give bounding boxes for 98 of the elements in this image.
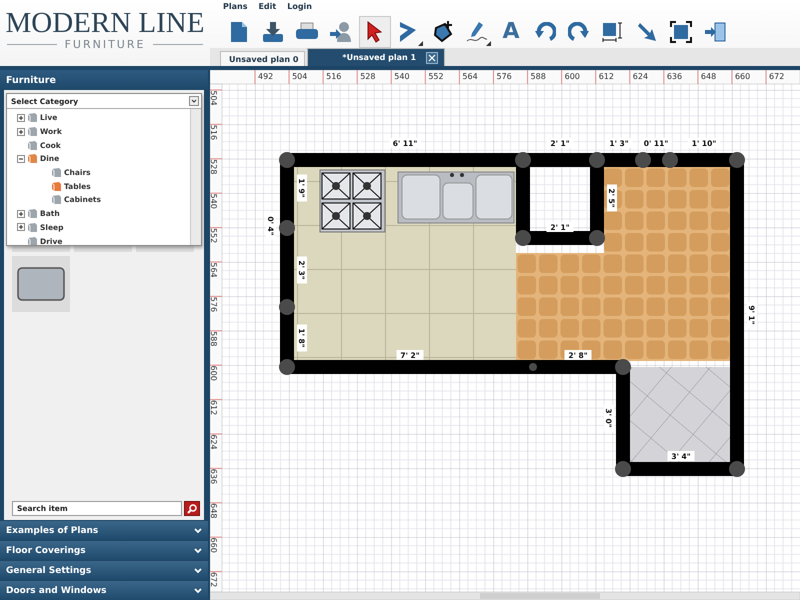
wall-node[interactable] <box>279 220 295 236</box>
toolbar-button[interactable] <box>359 16 391 48</box>
accordion-header[interactable]: General Settings <box>0 561 208 580</box>
ruler-label: 576 <box>210 296 218 312</box>
expand-icon[interactable] <box>17 210 25 218</box>
download-icon <box>261 20 285 43</box>
vertical-scrollbar[interactable] <box>190 109 201 245</box>
ruler-label: 588 <box>210 331 218 346</box>
ruler-label: 504 <box>292 72 308 81</box>
menu-item[interactable]: Plans <box>223 2 248 16</box>
ruler-label: 504 <box>210 90 218 106</box>
collapse-icon[interactable] <box>17 154 25 163</box>
expand-icon[interactable] <box>17 114 25 122</box>
wall-node[interactable] <box>615 461 631 477</box>
logo-subtitle: FURNITURE <box>64 38 146 51</box>
ruler-label: 660 <box>734 72 750 81</box>
expand-icon[interactable] <box>17 128 25 136</box>
undo-icon <box>534 22 556 42</box>
ruler-label: 552 <box>428 72 444 81</box>
printer-icon <box>295 22 319 42</box>
ruler-label: 660 <box>210 538 218 553</box>
ruler-label: 612 <box>210 400 218 416</box>
accordion-header[interactable]: Examples of Plans <box>0 521 208 540</box>
ruler-label: 624 <box>632 72 648 81</box>
ruler-label: 540 <box>394 72 410 81</box>
user-arrow-icon <box>329 20 353 43</box>
wall-node[interactable] <box>279 299 295 315</box>
search-icon <box>187 504 197 514</box>
ruler-label: 624 <box>210 434 218 450</box>
ruler-label: 576 <box>496 72 512 81</box>
ruler-label: 636 <box>666 72 682 81</box>
ruler-label: 612 <box>598 72 614 81</box>
dropdown-caret-icon <box>418 40 423 46</box>
accordion-header[interactable]: Floor Coverings <box>0 541 208 560</box>
text-tool-glyph: A <box>502 19 520 44</box>
close-icon[interactable] <box>426 52 438 64</box>
rectangular-table-icon <box>17 267 65 301</box>
chevron-down-icon <box>194 548 202 554</box>
ruler-label: 516 <box>326 72 342 81</box>
chevron-down-icon <box>194 528 202 534</box>
section-title: General Settings <box>6 566 92 576</box>
polygon-plus-icon <box>431 20 455 44</box>
wall-node[interactable] <box>515 230 531 246</box>
pointer-icon <box>366 20 384 43</box>
ruler-label: 672 <box>769 72 784 81</box>
toolbar-button[interactable]: A <box>495 16 527 48</box>
section-title: Floor Coverings <box>6 546 86 556</box>
ruler-label: 528 <box>360 72 376 81</box>
wall-node[interactable] <box>279 359 295 375</box>
dimension-box-icon <box>602 20 624 43</box>
ruler-label: 540 <box>210 194 218 209</box>
ruler-label: 492 <box>258 72 274 81</box>
plan-tab[interactable]: *Unsaved plan 1 <box>307 48 446 66</box>
section-title: Examples of Plans <box>6 526 98 536</box>
fit-frame-icon <box>670 20 692 43</box>
wall-node[interactable] <box>729 152 745 168</box>
wall-node[interactable] <box>529 363 537 371</box>
chevron-down-icon <box>189 96 199 106</box>
ruler-label: 564 <box>210 262 218 278</box>
stove-drawing <box>320 170 386 232</box>
logo-title: MODERN LINE <box>6 8 204 38</box>
section-title: Doors and Windows <box>6 586 107 596</box>
panel-header: Furniture <box>0 70 208 90</box>
exit-door-icon <box>704 22 726 42</box>
wall-node[interactable] <box>615 359 631 375</box>
down-right-arrow-icon <box>637 22 657 42</box>
ruler-label: 588 <box>530 72 546 81</box>
ruler-label: 648 <box>210 503 218 518</box>
redo-icon <box>568 22 590 42</box>
wall-node[interactable] <box>729 461 745 477</box>
furniture-thumbnail[interactable] <box>12 256 70 312</box>
accordion-header[interactable]: Doors and Windows <box>0 581 208 600</box>
ruler-label: 600 <box>210 366 218 381</box>
search-button[interactable] <box>184 501 200 516</box>
ruler-label: 648 <box>700 72 716 81</box>
ruler-label: 564 <box>462 72 478 81</box>
chevron-down-icon <box>194 568 202 574</box>
wall-node[interactable] <box>515 152 531 168</box>
menu-item[interactable]: Login <box>287 2 312 16</box>
menu-item[interactable]: Edit <box>258 2 276 16</box>
ruler-label: 672 <box>210 572 218 588</box>
plan-tab[interactable]: Unsaved plan 0 <box>220 51 306 66</box>
wall-node[interactable] <box>279 152 295 168</box>
scrollbar-thumb[interactable] <box>480 593 600 599</box>
wall-node[interactable] <box>662 152 678 168</box>
chevron-down-icon <box>194 588 202 594</box>
wall-node[interactable] <box>589 152 605 168</box>
pen-icon <box>465 20 489 44</box>
ruler-label: 636 <box>210 468 218 484</box>
ruler-label: 600 <box>564 72 580 81</box>
wall-node[interactable] <box>635 152 651 168</box>
ruler-label: 516 <box>210 124 218 140</box>
ruler-label: 528 <box>210 159 218 174</box>
ruler-label: 552 <box>210 228 218 244</box>
wall-node[interactable] <box>589 230 605 246</box>
expand-icon[interactable] <box>17 223 25 232</box>
dropdown-caret-icon <box>486 40 491 46</box>
document-icon <box>230 20 248 43</box>
